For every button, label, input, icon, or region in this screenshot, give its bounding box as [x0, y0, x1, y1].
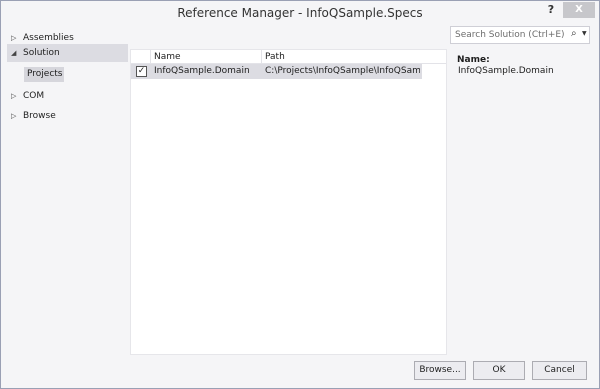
sidebar-item-solution[interactable]: ◢ Solution	[7, 44, 128, 62]
sidebar-item-label: Solution	[23, 48, 60, 58]
search-icon[interactable]: ⌕	[571, 28, 577, 39]
table-row[interactable]: ✓ InfoQSample.Domain C:\Projects\InfoQSa…	[131, 64, 422, 79]
browse-button[interactable]: Browse...	[414, 361, 466, 380]
grid-header: Name Path	[131, 50, 446, 64]
window-title: Reference Manager - InfoQSample.Specs	[177, 6, 423, 20]
title-bar: Reference Manager - InfoQSample.Specs ? …	[1, 1, 599, 26]
sidebar-item-label: Browse	[23, 111, 56, 121]
include-checkbox[interactable]: ✓	[136, 66, 147, 77]
search-placeholder: Search Solution (Ctrl+E)	[455, 30, 565, 40]
sidebar-item-projects[interactable]: Projects	[24, 67, 64, 82]
column-divider[interactable]	[261, 50, 262, 64]
reference-grid: Name Path ✓ InfoQSample.Domain C:\Projec…	[130, 49, 447, 355]
row-path: C:\Projects\InfoQSample\InfoQSample.Do..…	[265, 66, 420, 76]
chevron-down-icon[interactable]: ▼	[582, 30, 587, 37]
search-input[interactable]: Search Solution (Ctrl+E) ⌕ ▼	[450, 26, 590, 44]
details-panel: Name: InfoQSample.Domain	[457, 55, 593, 76]
details-name-value: InfoQSample.Domain	[458, 66, 554, 76]
cancel-button[interactable]: Cancel	[532, 361, 587, 380]
column-divider[interactable]	[150, 50, 151, 64]
expand-arrow-icon: ▷	[11, 92, 17, 100]
close-button[interactable]: X	[563, 2, 595, 18]
sidebar-item-com[interactable]: ▷ COM	[7, 87, 128, 105]
reference-manager-dialog: Reference Manager - InfoQSample.Specs ? …	[0, 0, 600, 389]
column-header-path[interactable]: Path	[265, 50, 285, 64]
collapse-arrow-icon: ◢	[11, 49, 17, 57]
column-header-name[interactable]: Name	[154, 50, 181, 64]
help-button[interactable]: ?	[542, 2, 560, 18]
sidebar-item-label: COM	[23, 91, 45, 101]
expand-arrow-icon: ▷	[11, 112, 17, 120]
dialog-footer: Browse... OK Cancel	[1, 356, 599, 388]
details-name-label: Name:	[457, 55, 490, 65]
sidebar-item-browse[interactable]: ▷ Browse	[7, 107, 128, 125]
sidebar: ▷ Assemblies ◢ Solution Projects ▷ COM ▷…	[7, 26, 128, 355]
row-name: InfoQSample.Domain	[154, 66, 250, 76]
ok-button[interactable]: OK	[473, 361, 525, 380]
